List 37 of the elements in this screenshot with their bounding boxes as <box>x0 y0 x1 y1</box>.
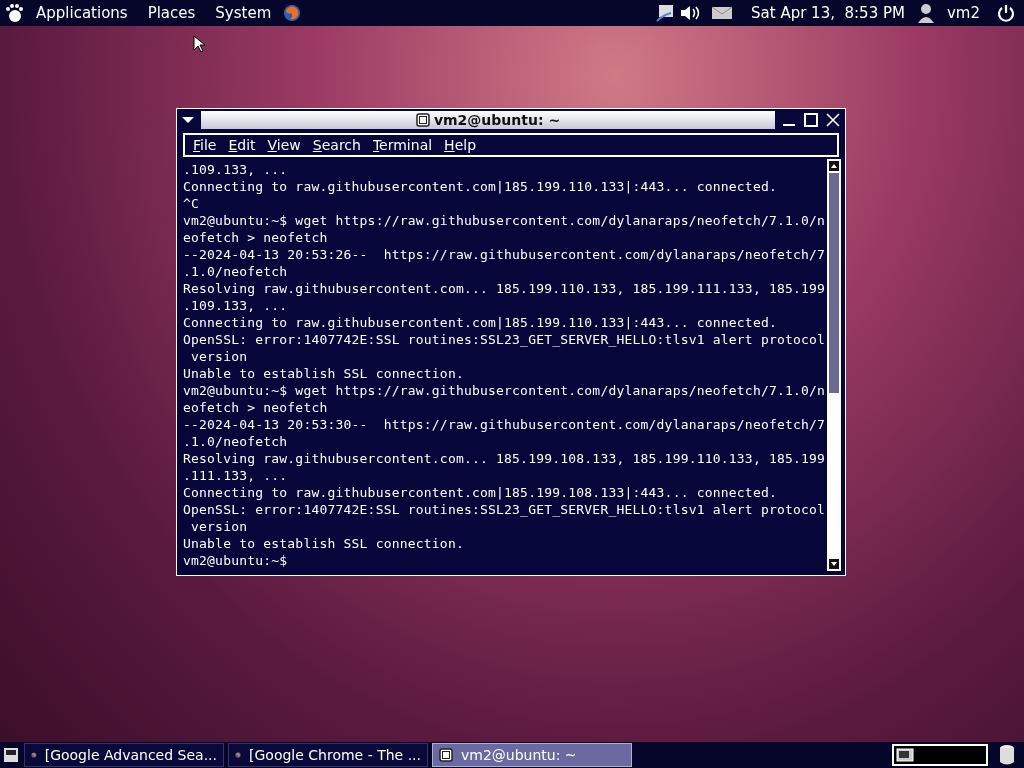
menu-item[interactable]: View <box>263 136 305 153</box>
window-title: vm2@ubuntu: ~ <box>433 111 561 128</box>
menu-item[interactable]: Search <box>308 136 365 153</box>
volume-icon[interactable] <box>679 4 702 22</box>
browser-launcher-icon[interactable] <box>283 4 302 22</box>
clock[interactable]: Sat Apr 13, 8:53 PM <box>743 4 913 22</box>
menu-item[interactable]: File <box>189 136 221 153</box>
taskbar-button[interactable]: [Google Advanced Sea... <box>24 743 224 767</box>
mail-icon[interactable] <box>711 5 734 21</box>
workspace-icon <box>896 748 914 762</box>
panel-menu[interactable]: System <box>207 4 280 22</box>
show-desktop-icon[interactable] <box>2 746 20 764</box>
terminal-icon <box>439 748 453 762</box>
network-icon[interactable] <box>655 3 676 23</box>
scroll-thumb[interactable] <box>829 173 839 393</box>
menu-item[interactable]: Help <box>440 136 481 153</box>
scrollbar[interactable] <box>827 159 841 571</box>
scroll-up-icon[interactable] <box>829 161 839 171</box>
terminal-output: .109.133, ... Connecting to raw.githubusercontent.com|185.199.110.133|:443... connected. ^C vm2@ubuntu:~$ wget https://raw.githubusercontent.com/dylanaraps/neofetch/7.1.0/n eofetch > neofetch --2024-04-13 20:53:26-- https://raw.githubusercontent.com/dylanaraps/neofetch/7 .1.0/neofetch Resolving raw.githubusercontent.com... 185.199.110.133, 185.199.111.133, 185.199 .109.133, ... Connecting to raw.githubusercontent.com|185.199.110.133|:443... connected. OpenSSL: error:1407742E:SSL routines:SSL23_GET_SERVER_HELLO:tlsv1 alert protocol version Unable to establish SSL connection. vm2@ubuntu:~$ wget https://raw.githubusercontent.com/dylanaraps/neofetch/7.1.0/n eofetch > neofetch --2024-04-13 20:53:30-- https://raw.githubusercontent.com/dylanaraps/neofetch/7 .1.0/neofetch Resolving raw.githubusercontent.com... 185.199.108.133, 185.199.110.133, 185.199 .111.133, ... Connecting to raw.githubusercontent.com|185.199.108.133|:443... connected. OpenSSL: error:1407742E:SSL routines:SSL23_GET_SERVER_HELLO:tlsv1 alert protocol version Unable to establish SSL connection. vm2@ubuntu:~$ <box>182 161 827 570</box>
foot-logo-icon[interactable] <box>4 3 24 23</box>
window-menu-icon[interactable] <box>181 115 195 124</box>
user-name[interactable]: vm2 <box>938 4 988 22</box>
panel-menu[interactable]: Places <box>139 4 204 22</box>
panel-menu[interactable]: Applications <box>28 4 136 22</box>
close-icon[interactable] <box>825 111 841 128</box>
power-icon[interactable] <box>996 3 1016 23</box>
mouse-pointer-icon <box>193 35 205 53</box>
trash-icon[interactable] <box>998 744 1016 766</box>
taskbar-button[interactable]: [Google Chrome - The ... <box>228 743 428 767</box>
taskbar-button[interactable]: vm2@ubuntu: ~ <box>432 743 632 767</box>
user-icon[interactable] <box>916 3 935 23</box>
workspace-switcher[interactable] <box>892 744 988 766</box>
terminal-icon <box>415 112 430 127</box>
maximize-icon[interactable] <box>803 111 819 128</box>
scroll-down-icon[interactable] <box>829 559 839 569</box>
menu-item[interactable]: Edit <box>224 136 260 153</box>
menu-item[interactable]: Terminal <box>368 136 437 153</box>
